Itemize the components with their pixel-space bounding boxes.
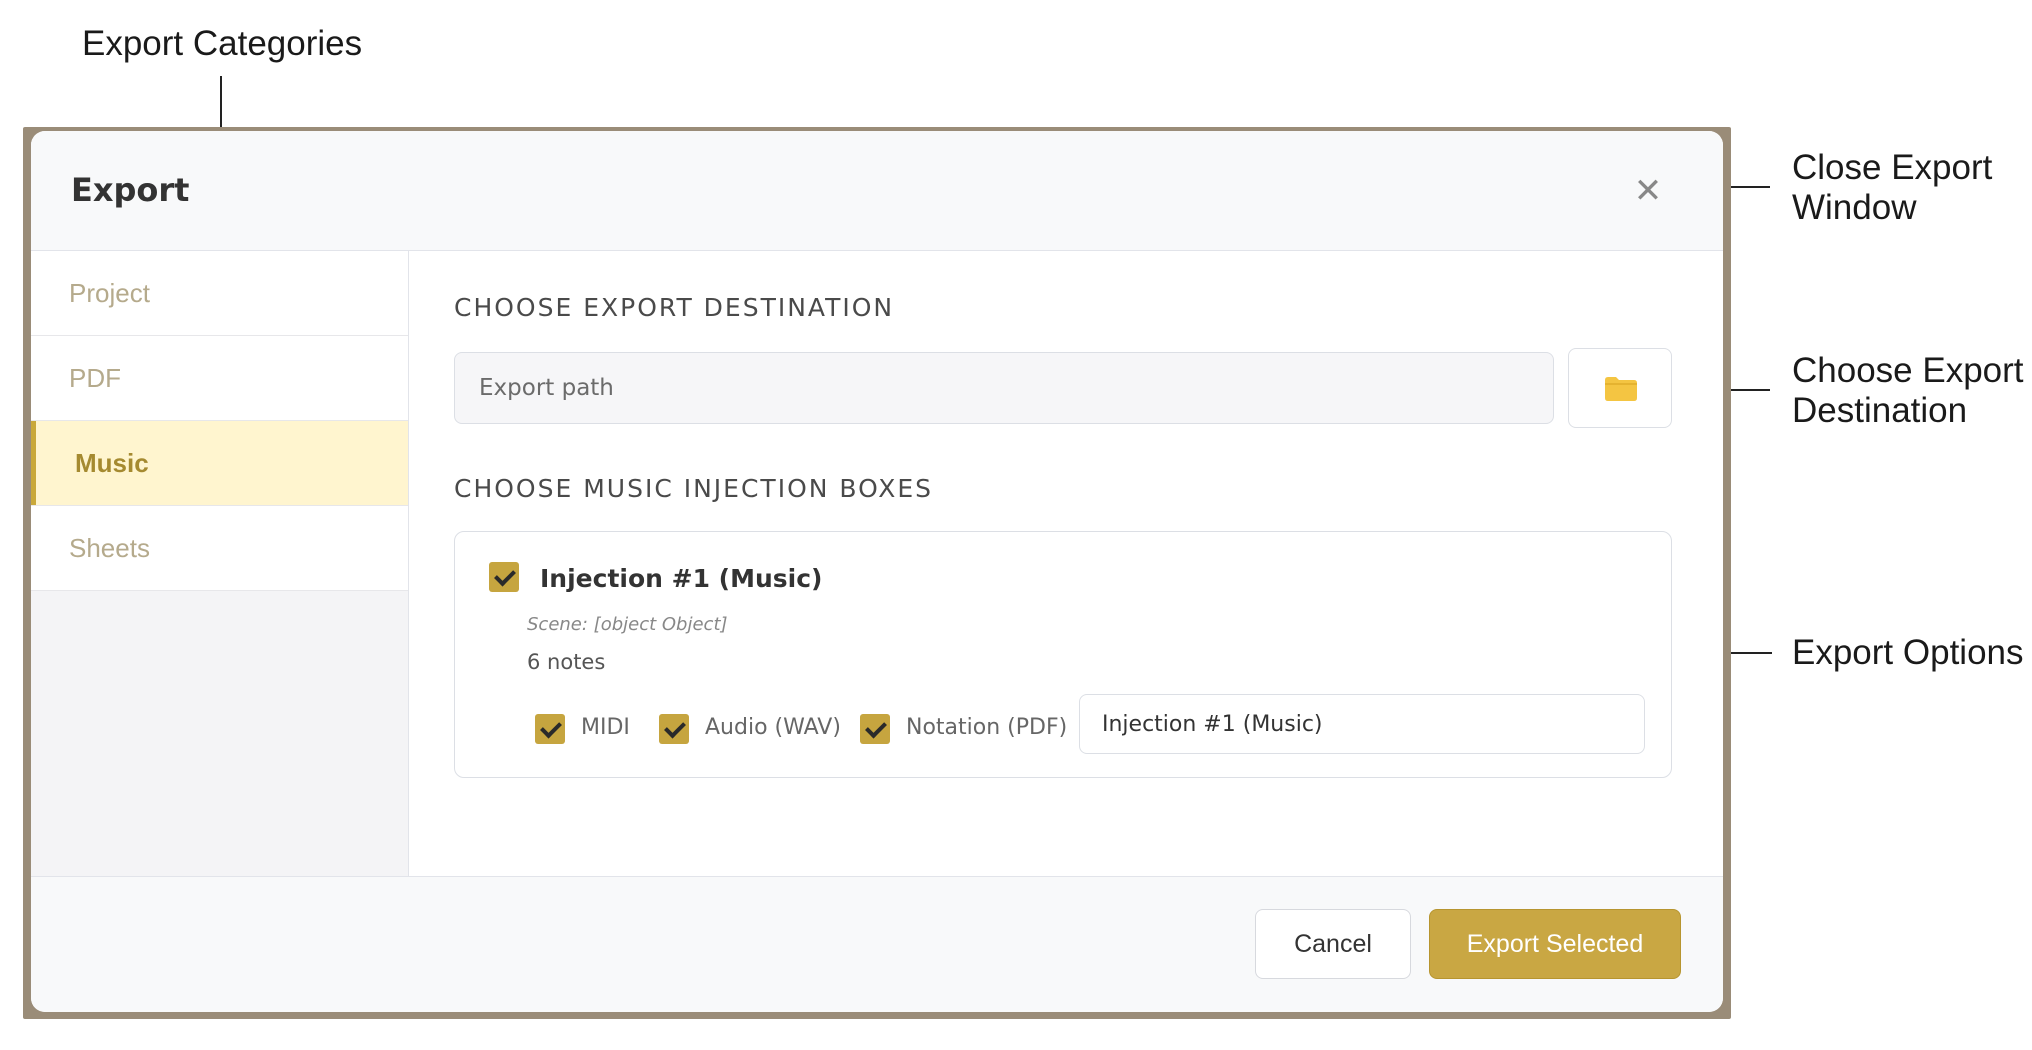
folder-icon xyxy=(1605,377,1637,401)
sidebar-item-pdf[interactable]: PDF xyxy=(31,336,408,421)
injection-scene: Scene: [object Object] xyxy=(527,614,728,635)
dialog-header: Export ✕ xyxy=(31,131,1723,251)
injection-notes-count: 6 notes xyxy=(527,650,606,674)
audio-wav-checkbox[interactable] xyxy=(659,714,689,744)
injection-filename-input[interactable] xyxy=(1079,694,1645,754)
injection-heading: CHOOSE MUSIC INJECTION BOXES xyxy=(454,474,933,503)
destination-heading: CHOOSE EXPORT DESTINATION xyxy=(454,293,895,322)
dialog-footer: Cancel Export Selected xyxy=(31,876,1723,1012)
injection-title: Injection #1 (Music) xyxy=(540,564,823,593)
injection-box: Injection #1 (Music) Scene: [object Obje… xyxy=(454,531,1672,778)
sidebar-item-project[interactable]: Project xyxy=(31,251,408,336)
callout-export-options: Export Options xyxy=(1792,633,2024,672)
callout-choose-destination: Choose Export Destination xyxy=(1792,351,2024,430)
sidebar-item-music[interactable]: Music xyxy=(31,421,408,506)
close-icon[interactable]: ✕ xyxy=(1628,171,1668,211)
notation-pdf-checkbox[interactable] xyxy=(860,714,890,744)
audio-wav-label: Audio (WAV) xyxy=(705,715,841,740)
export-path-input[interactable] xyxy=(454,352,1554,424)
notation-pdf-label: Notation (PDF) xyxy=(906,715,1068,740)
midi-label: MIDI xyxy=(581,715,630,740)
export-dialog: Export ✕ Project PDF Music Sheets CHOOSE… xyxy=(31,131,1723,1012)
cancel-button[interactable]: Cancel xyxy=(1255,909,1411,979)
export-main-panel: CHOOSE EXPORT DESTINATION CHOOSE MUSIC I… xyxy=(410,251,1723,876)
export-selected-button[interactable]: Export Selected xyxy=(1429,909,1681,979)
choose-folder-button[interactable] xyxy=(1568,348,1672,428)
callout-export-categories: Export Categories xyxy=(82,24,363,63)
injection-checkbox[interactable] xyxy=(489,562,519,592)
export-categories-sidebar: Project PDF Music Sheets xyxy=(31,251,409,876)
callout-close-window: Close Export Window xyxy=(1792,148,1993,227)
midi-checkbox[interactable] xyxy=(535,714,565,744)
dialog-title: Export xyxy=(71,171,190,209)
sidebar-item-sheets[interactable]: Sheets xyxy=(31,506,408,591)
